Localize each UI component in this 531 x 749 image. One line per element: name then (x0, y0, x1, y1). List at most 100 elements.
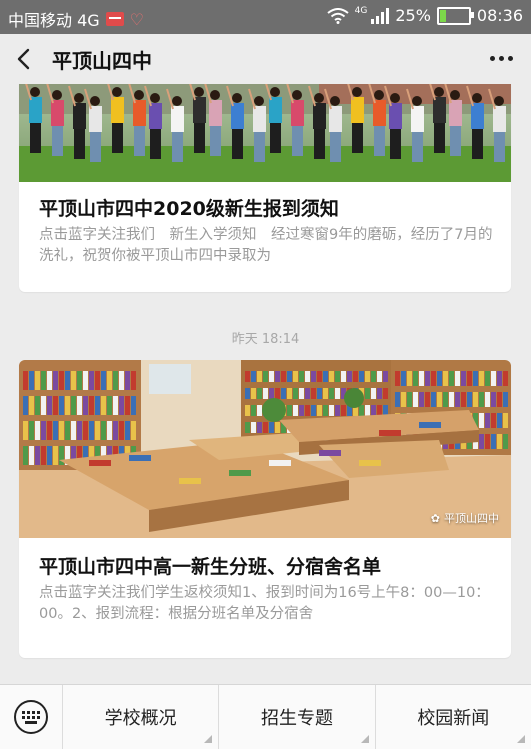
signal-icon (371, 7, 390, 24)
article-digest[interactable]: 点击蓝字关注我们 新生入学须知 经过寒窗9年的磨砺，经历了7月的洗礼，祝贺你被平… (39, 225, 499, 267)
student-figure (494, 96, 504, 106)
book-spine (479, 434, 484, 449)
student-figure (412, 132, 423, 162)
book-spine (503, 371, 508, 386)
wifi-icon (327, 7, 349, 24)
book-spine (455, 392, 460, 407)
student-figure (29, 97, 42, 123)
menu-admissions[interactable]: 招生专题 (219, 685, 376, 749)
student-figure (231, 103, 244, 129)
book-spine (311, 371, 316, 382)
book-spine (407, 371, 412, 386)
book-on-table (229, 470, 251, 476)
book-spine (359, 405, 364, 416)
book-spine (467, 392, 472, 407)
book-spine (461, 392, 466, 407)
student-figure (232, 129, 243, 159)
article-card[interactable]: 平顶山市四中2020级新生报到须知 点击蓝字关注我们 新生入学须知 经过寒窗9年… (19, 84, 511, 292)
menu-campus-news[interactable]: 校园新闻 (376, 685, 531, 749)
book-spine (497, 413, 502, 428)
book-spine (443, 371, 448, 386)
article-title[interactable]: 平顶山市四中高一新生分班、分宿舍名单 (39, 552, 381, 579)
book-spine (485, 392, 490, 407)
book-spine (377, 405, 382, 416)
book-spine (371, 371, 376, 382)
book-spine (299, 405, 304, 416)
battery-icon (436, 6, 474, 25)
book-spine (413, 371, 418, 386)
book-spine (263, 422, 268, 433)
book-spine (71, 371, 76, 390)
student-figure (111, 97, 124, 123)
book-spine (365, 371, 370, 382)
book-spine (47, 396, 52, 415)
book-spine (293, 371, 298, 382)
book-on-table (359, 460, 381, 466)
student-figure (30, 87, 40, 97)
student-figure (90, 132, 101, 162)
student-figure (253, 106, 266, 132)
keyboard-toggle-button[interactable] (0, 685, 63, 749)
book-on-table (419, 422, 441, 428)
book-spine (329, 405, 334, 416)
chevron-left-icon[interactable] (12, 46, 38, 72)
book-spine (503, 392, 508, 407)
message-feed[interactable]: 平顶山市四中2020级新生报到须知 点击蓝字关注我们 新生入学须知 经过寒窗9年… (0, 84, 531, 684)
book-spine (23, 371, 28, 390)
book-spine (89, 421, 94, 440)
submenu-indicator-icon (360, 735, 369, 743)
book-spine (41, 371, 46, 390)
book-spine (437, 371, 442, 386)
student-figure (133, 100, 146, 126)
book-spine (425, 392, 430, 407)
student-figure (194, 123, 205, 153)
article-card[interactable]: ✿ 平顶山四中 平顶山市四中高一新生分班、分宿舍名单 点击蓝字关注我们学生返校须… (19, 360, 511, 658)
book-spine (113, 396, 118, 415)
book-spine (95, 371, 100, 390)
student-figure (172, 96, 182, 106)
status-left: 中国移动 4G ♡ (8, 7, 144, 31)
student-figure (493, 106, 506, 132)
book-spine (101, 421, 106, 440)
book-spine (113, 421, 118, 440)
book-spine (491, 371, 496, 386)
student-figure (330, 96, 340, 106)
battery-percent: 25% (395, 6, 431, 25)
book-spine (83, 421, 88, 440)
student-figure (134, 90, 144, 100)
book-spine (437, 392, 442, 407)
student-figure (30, 123, 41, 153)
book-spine (383, 371, 388, 382)
book-spine (89, 371, 94, 390)
more-dots-icon[interactable] (490, 56, 513, 61)
book-spine (23, 421, 28, 440)
book-spine (479, 413, 484, 428)
book-spine (503, 434, 508, 449)
article-cover-image-students[interactable] (19, 84, 511, 182)
book-spine (47, 421, 52, 440)
article-title[interactable]: 平顶山市四中2020级新生报到须知 (39, 194, 339, 221)
student-figure (171, 106, 184, 132)
student-figure (450, 126, 461, 156)
book-spine (101, 396, 106, 415)
wechat-icon: ✿ (430, 511, 440, 525)
article-digest[interactable]: 点击蓝字关注我们学生返校须知1、报到时间为16号上午8：00—10：00。2、报… (39, 583, 499, 625)
book-spine (95, 421, 100, 440)
book-spine (77, 371, 82, 390)
student-figure (269, 97, 282, 123)
book-on-table (129, 455, 151, 461)
book-spine (35, 396, 40, 415)
book-spine (305, 371, 310, 382)
book-spine (335, 388, 340, 399)
book-spine (401, 392, 406, 407)
book-spine (449, 392, 454, 407)
article-cover-image-library[interactable]: ✿ 平顶山四中 (19, 360, 511, 538)
menu-school-overview[interactable]: 学校概况 (63, 685, 220, 749)
student-figure (194, 87, 204, 97)
book-spine (443, 392, 448, 407)
book-spine (335, 371, 340, 382)
student-figure (254, 96, 264, 106)
student-figure (494, 132, 505, 162)
book-spine (281, 371, 286, 382)
student-figure (270, 123, 281, 153)
